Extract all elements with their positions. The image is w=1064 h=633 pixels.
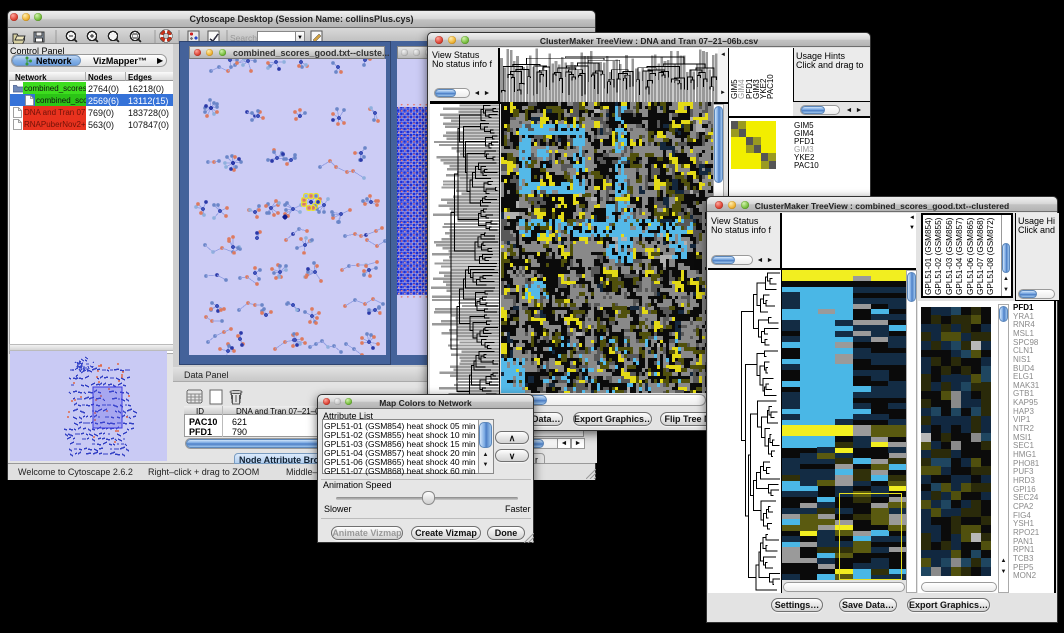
svg-text:PAC10: PAC10: [766, 74, 775, 99]
